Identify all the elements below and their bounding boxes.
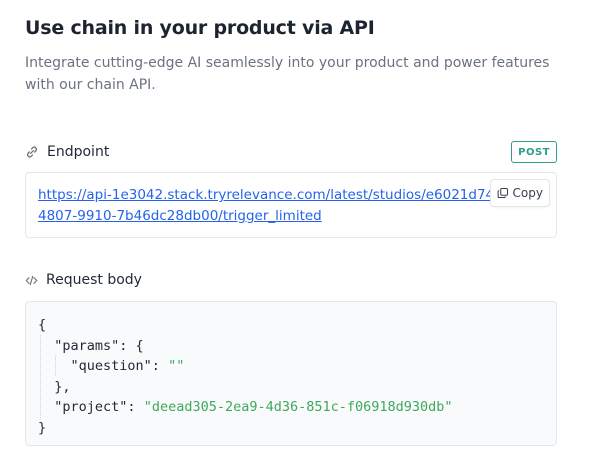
copy-icon — [497, 187, 508, 199]
request-body-header: Request body — [25, 269, 557, 291]
code-icon — [25, 275, 38, 285]
page-title: Use chain in your product via API — [25, 17, 375, 39]
endpoint-header: Endpoint POST — [25, 141, 557, 163]
endpoint-url-link[interactable]: https://api-1e3042.stack.tryrelevance.co… — [38, 185, 513, 227]
code-line: }, — [54, 378, 71, 395]
method-badge: POST — [511, 141, 557, 163]
code-line: } — [38, 419, 47, 436]
endpoint-label: Endpoint — [47, 144, 110, 160]
page-subtitle: Integrate cutting-edge AI seamlessly int… — [25, 55, 550, 93]
json-code: { "params": { "question": "" }, "project… — [38, 315, 453, 438]
request-body-code-block[interactable]: { "params": { "question": "" }, "project… — [25, 301, 557, 446]
endpoint-box: https://api-1e3042.stack.tryrelevance.co… — [25, 172, 557, 238]
code-line: "question": "" — [70, 358, 185, 374]
request-body-label: Request body — [46, 272, 142, 288]
link-icon — [27, 146, 37, 158]
code-line: "project": "deead305-2ea9-4d36-851c-f069… — [54, 399, 453, 415]
copy-button[interactable]: Copy — [489, 179, 550, 207]
copy-button-label: Copy — [512, 186, 543, 200]
code-line: { — [38, 317, 47, 333]
code-line: "params": { — [54, 337, 144, 354]
